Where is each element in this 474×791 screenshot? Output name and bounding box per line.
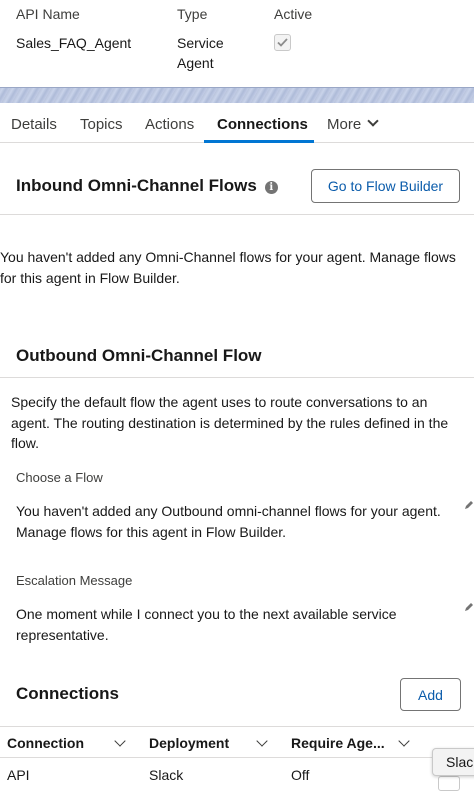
record-header-labels: API Name Type Active [0,6,474,24]
tab-actions[interactable]: Actions [145,116,194,133]
chevron-down-icon [367,115,379,127]
inbound-title: Inbound Omni-Channel Flows i [16,176,278,196]
choose-flow-line1: You haven't added any Outbound omni-chan… [16,503,441,519]
edit-pencil-icon[interactable] [464,602,474,612]
decorative-banner [0,87,474,103]
column-header-require-agent[interactable]: Require Age... [291,735,385,751]
add-connection-button[interactable]: Add [400,678,461,711]
cell-require-agent: Off [291,767,310,783]
escalation-line1: One moment while I connect you to the ne… [16,606,397,622]
tab-more-label: More [327,116,362,133]
active-label: Active [274,6,313,22]
choose-flow-label: Choose a Flow [16,470,103,485]
connections-title: Connections [16,684,119,703]
tab-more[interactable]: More [327,115,379,133]
chevron-down-icon[interactable] [114,735,126,747]
type-value: Service Agent [177,33,224,73]
escalation-message-value: One moment while I connect you to the ne… [16,604,466,645]
cell-connection: API [7,767,30,783]
info-icon[interactable]: i [264,181,278,194]
go-to-flow-builder-button[interactable]: Go to Flow Builder [311,169,460,203]
banner-divider [0,87,474,88]
connections-table-header: Connection Deployment Require Age... [0,726,474,758]
tab-details[interactable]: Details [11,116,57,133]
cell-deployment: Slack [149,767,184,783]
inbound-title-text: Inbound Omni-Channel Flows [16,176,257,195]
api-name-value: Sales_FAQ_Agent [16,35,132,51]
api-name-label: API Name [16,6,80,22]
tab-connections[interactable]: Connections [217,116,308,133]
escalation-message-label: Escalation Message [16,573,133,588]
outbound-header: Outbound Omni-Channel Flow [0,330,474,378]
checkmark-icon [277,38,288,47]
inbound-empty-line1: You haven't added any Omni-Channel flows… [0,249,456,265]
chevron-down-icon[interactable] [256,735,268,747]
type-value-line1: Service [177,35,224,51]
chevron-down-icon[interactable] [398,735,410,747]
choose-flow-value: You haven't added any Outbound omni-chan… [16,501,466,542]
tooltip: Slac [432,748,474,776]
choose-flow-line2: Manage flows for this agent in Flow Buil… [16,523,287,540]
type-value-line2: Agent [177,55,214,71]
outbound-desc-line3: flow. [11,435,40,451]
tab-topics[interactable]: Topics [80,116,123,133]
inbound-empty-message: You haven't added any Omni-Channel flows… [0,247,474,288]
outbound-title: Outbound Omni-Channel Flow [16,346,262,365]
outbound-desc-line2: agent. The routing destination is determ… [11,414,449,431]
inbound-empty-line2: for this agent in Flow Builder. [0,269,180,286]
type-label: Type [177,6,208,22]
column-header-deployment[interactable]: Deployment [149,735,229,751]
outbound-description: Specify the default flow the agent uses … [11,392,474,454]
tab-bar: Details Topics Actions Connections More [0,103,474,143]
outbound-desc-line1: Specify the default flow the agent uses … [11,394,428,410]
active-checkbox [274,34,291,51]
escalation-line2: representative. [16,626,109,643]
inbound-header: Inbound Omni-Channel Flows i Go to Flow B… [0,143,474,215]
edit-pencil-icon[interactable] [464,500,474,510]
column-header-connection[interactable]: Connection [7,735,84,751]
row-actions-menu[interactable] [438,776,460,791]
